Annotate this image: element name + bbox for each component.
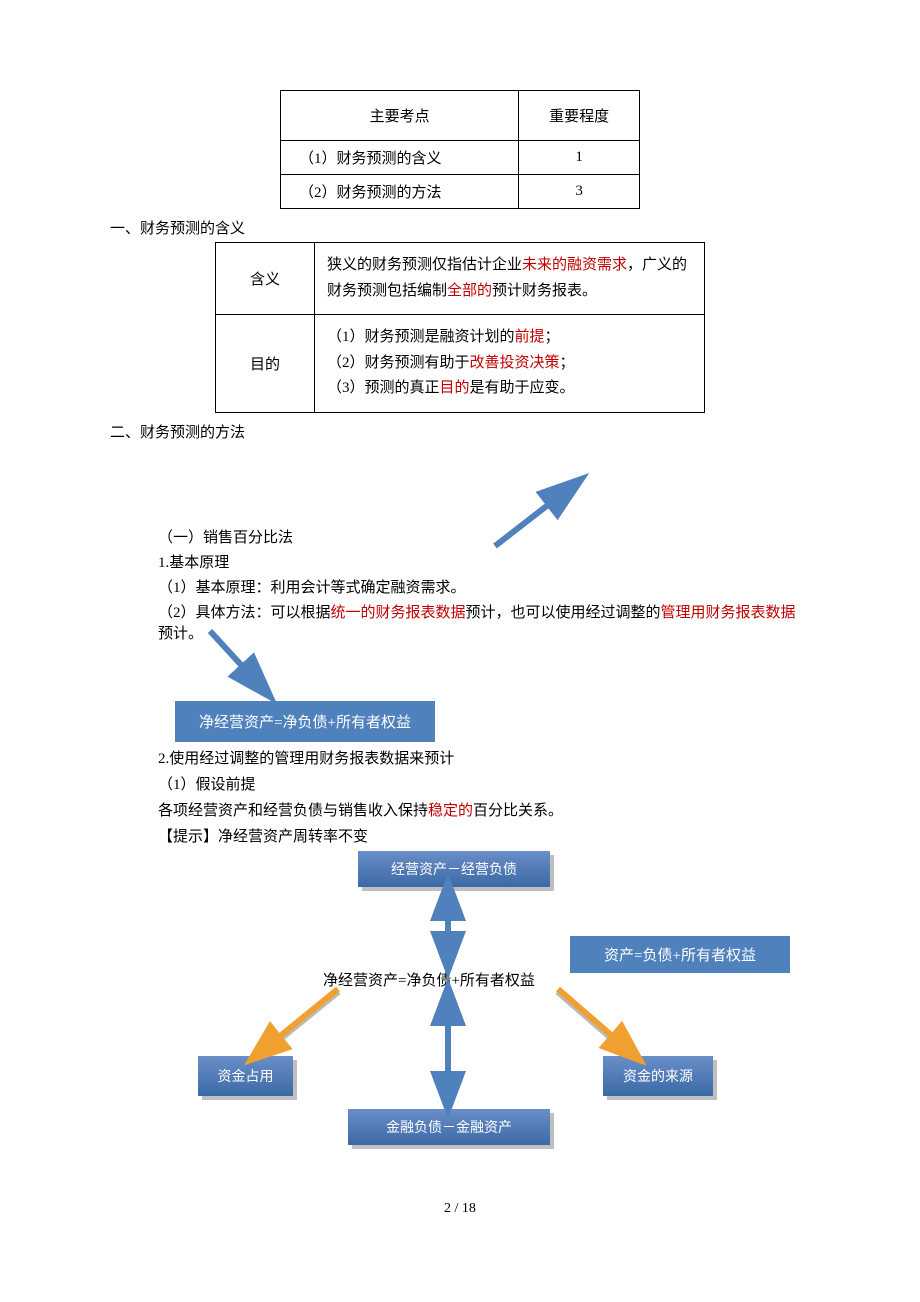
cell-keypoint: （2）财务预测的方法: [281, 175, 519, 209]
equation-callout-area: 资产=负债+所有者权益 （一）销售百分比法 1.基本原理 （1）基本原理：利用会…: [110, 446, 810, 746]
subsection-1: （一）销售百分比法: [158, 526, 810, 547]
subsection-1-1: 1.基本原理: [158, 551, 810, 572]
table-row: 含义 狭义的财务预测仅指估计企业未来的融资需求，广义的财务预测包括编制全部的预计…: [216, 243, 705, 315]
section-2-sub2-block: 2.使用经过调整的管理用财务报表数据来预计 （1）假设前提 各项经营资产和经营负…: [158, 746, 810, 851]
cell-level: 1: [519, 141, 640, 175]
assumption-line: 各项经营资产和经营负债与销售收入保持稳定的百分比关系。: [158, 798, 810, 824]
section-1-title: 一、财务预测的含义: [110, 217, 810, 238]
page-number: 2 / 18: [110, 1201, 810, 1217]
cell-keypoint: （1）财务预测的含义: [281, 141, 519, 175]
diagram-arrows: [158, 851, 758, 1151]
assumption-title: （1）假设前提: [158, 772, 810, 798]
key-points-table: 主要考点 重要程度 （1）财务预测的含义 1 （2）财务预测的方法 3: [280, 90, 640, 209]
meaning-body: 狭义的财务预测仅指估计企业未来的融资需求，广义的财务预测包括编制全部的预计财务报…: [315, 243, 705, 315]
tip-line: 【提示】净经营资产周转率不变: [158, 824, 810, 850]
meaning-table: 含义 狭义的财务预测仅指估计企业未来的融资需求，广义的财务预测包括编制全部的预计…: [215, 242, 705, 413]
purpose-body: （1）财务预测是融资计划的前提； （2）财务预测有助于改善投资决策； （3）预测…: [315, 315, 705, 413]
table-row: （1）财务预测的含义 1: [281, 141, 640, 175]
table-row: 目的 （1）财务预测是融资计划的前提； （2）财务预测有助于改善投资决策； （3…: [216, 315, 705, 413]
meaning-label: 含义: [216, 243, 315, 315]
section-2-title: 二、财务预测的方法: [110, 421, 810, 442]
equation-box-bottom: 净经营资产=净负债+所有者权益: [175, 701, 435, 742]
line-principle: （1）基本原理：利用会计等式确定融资需求。: [158, 576, 810, 597]
subsection-1-2: 2.使用经过调整的管理用财务报表数据来预计: [158, 746, 810, 772]
arrow-down-icon: [210, 631, 280, 701]
cell-level: 3: [519, 175, 640, 209]
col-header-keypoint: 主要考点: [281, 91, 519, 141]
purpose-label: 目的: [216, 315, 315, 413]
table-row: （2）财务预测的方法 3: [281, 175, 640, 209]
col-header-importance: 重要程度: [519, 91, 640, 141]
funds-diagram: 经营资产－经营负债 净经营资产=净负债+所有者权益 资金占用 资金的来源 金融负…: [158, 851, 810, 1171]
